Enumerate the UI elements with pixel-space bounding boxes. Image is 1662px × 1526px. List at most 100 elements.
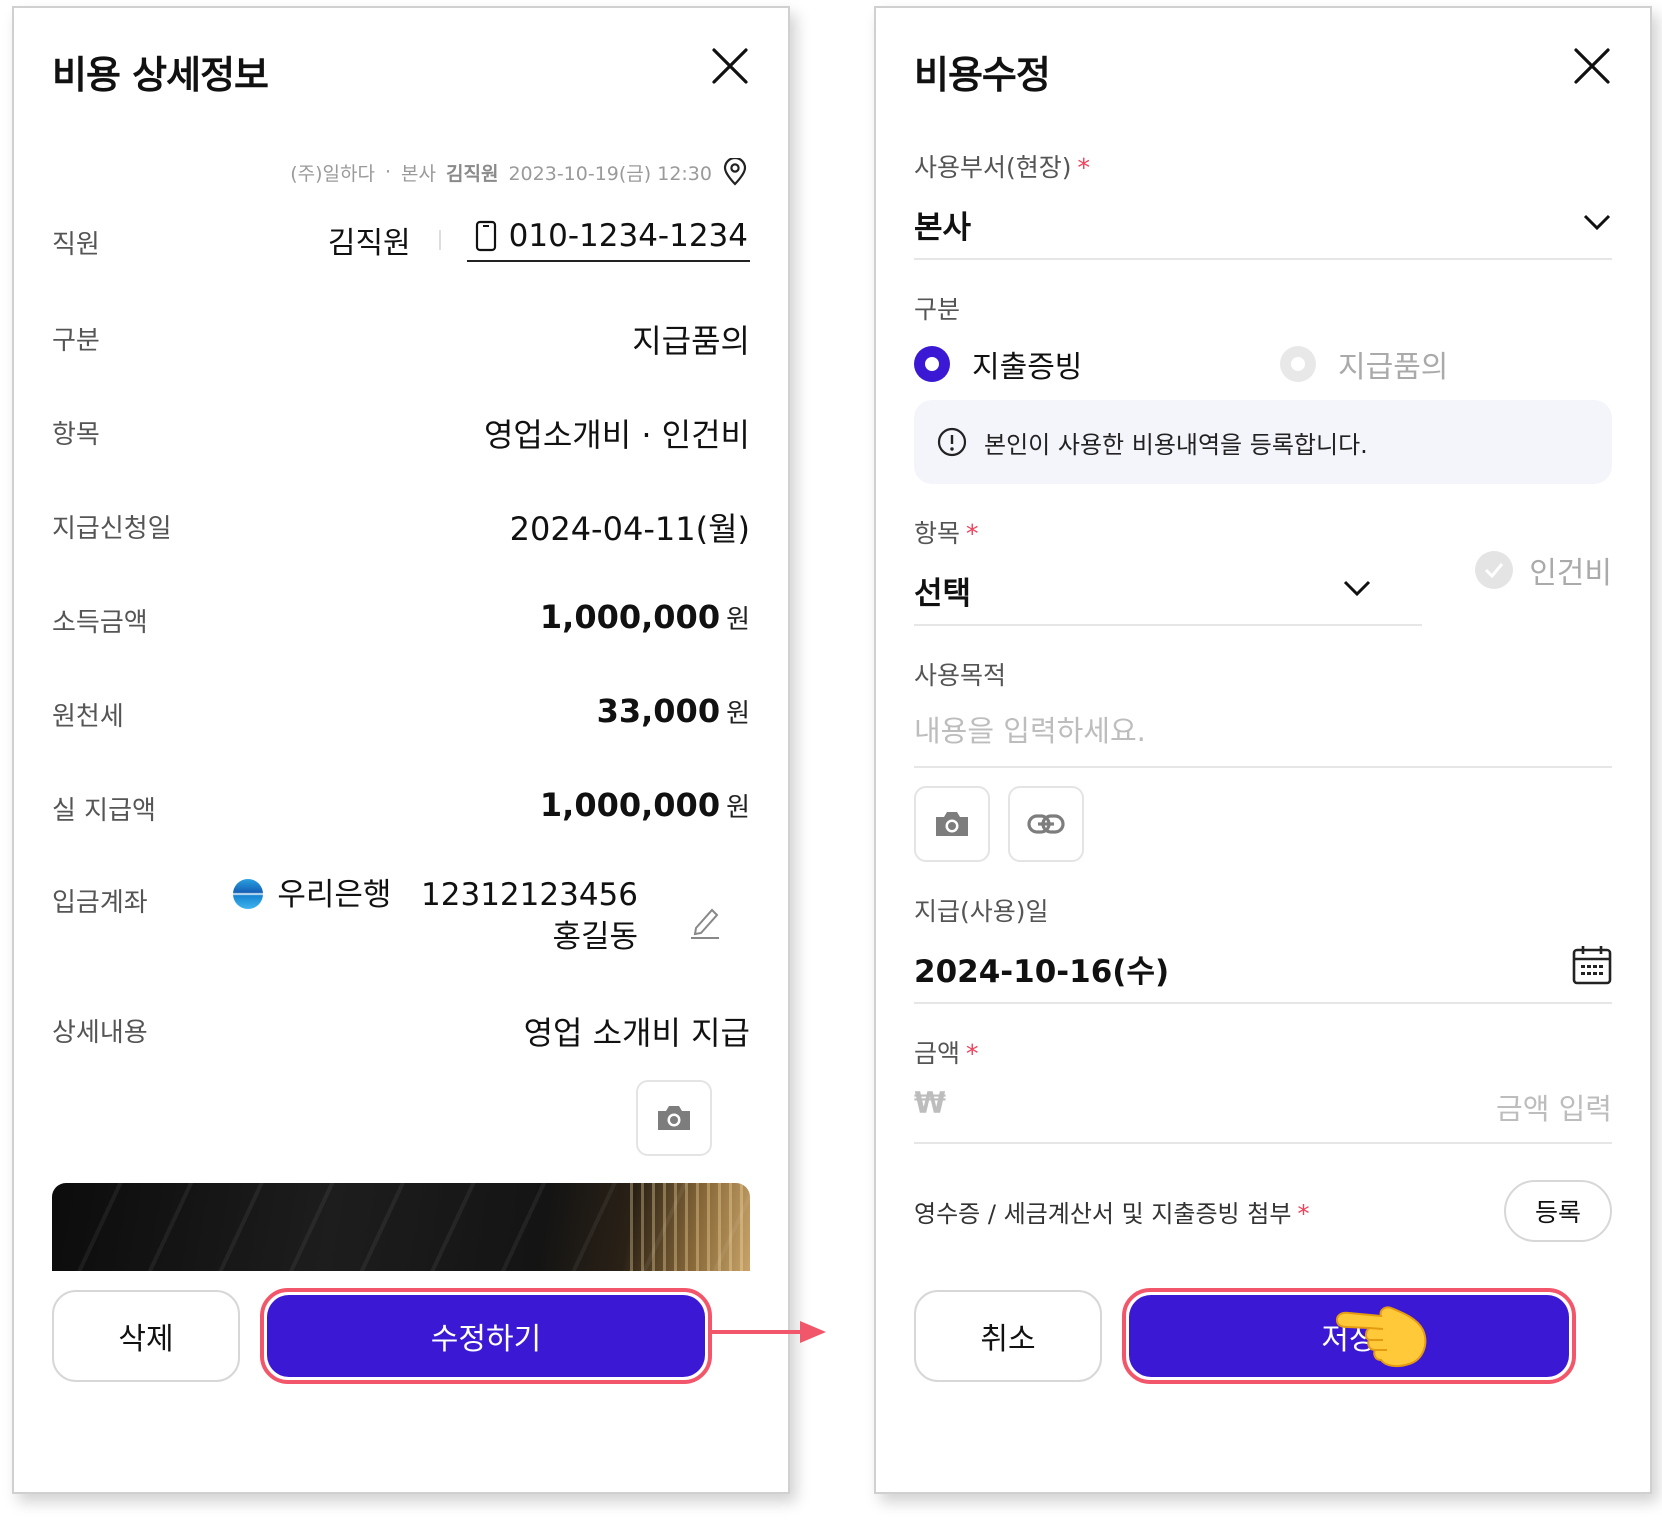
radio-expense-proof-label: 지출증빙 [972, 350, 1083, 385]
tax-unit: 원 [726, 699, 750, 729]
category-label: 구분 [52, 326, 100, 356]
receipt-photo-thumbnail[interactable] [52, 1183, 750, 1271]
panel-title: 비용수정 [914, 53, 1051, 97]
meta-dept: 본사 [401, 162, 437, 185]
net-label: 실 지급액 [52, 796, 156, 826]
camera-icon [936, 812, 968, 836]
category-value: 지급품의 [632, 322, 750, 360]
date-label: 지급(사용)일 [914, 897, 1049, 926]
tax-row: 원천세 33,000 원 [52, 688, 750, 738]
divider [438, 230, 441, 250]
purpose-underline [914, 766, 1612, 768]
date-underline [914, 1002, 1612, 1004]
cancel-button[interactable]: 취소 [914, 1290, 1102, 1382]
check-icon [1475, 551, 1514, 589]
edit-pencil-icon[interactable] [688, 904, 722, 940]
close-icon[interactable] [708, 44, 752, 88]
item-row: 항목 영업소개비 · 인건비 [52, 406, 750, 456]
meta-info: (주)일하다 · 본사 김직원 2023-10-19(금) 12:30 [290, 158, 748, 186]
amount-label: 금액 * [914, 1034, 979, 1070]
income-value: 1,000,000 원 [540, 598, 750, 636]
pointing-hand-icon [1335, 1306, 1427, 1368]
request-date-label: 지급신청일 [52, 514, 172, 544]
purpose-input[interactable]: 내용을 입력하세요. [914, 708, 1146, 750]
employee-label: 직원 [52, 230, 100, 260]
required-mark: * [966, 519, 979, 548]
request-date-row: 지급신청일 2024-04-11(월) [52, 500, 750, 550]
account-value: 우리은행 12312123456 홍길동 [233, 874, 638, 958]
edit-button[interactable]: 수정하기 [267, 1295, 705, 1377]
purpose-label: 사용목적 [914, 661, 1007, 690]
detail-label: 상세내용 [52, 1018, 148, 1048]
link-button[interactable] [1008, 786, 1084, 862]
income-row: 소득금액 1,000,000 원 [52, 594, 750, 644]
calendar-icon[interactable] [1572, 944, 1612, 986]
amount-underline [914, 1142, 1612, 1144]
chevron-down-icon[interactable] [1582, 212, 1612, 232]
info-banner: 본인이 사용한 비용내역을 등록합니다. [914, 400, 1612, 484]
meta-separator: · [385, 161, 392, 183]
meta-company: (주)일하다 [290, 162, 375, 185]
account-row: 입금계좌 우리은행 12312123456 홍길동 [52, 874, 750, 964]
bank-logo-icon [233, 879, 264, 909]
employee-row: 직원 김직원 010-1234-1234 [52, 216, 750, 266]
tax-label: 원천세 [52, 702, 124, 732]
item-select-value[interactable]: 선택 [914, 568, 971, 613]
dept-label: 사용부서(현장) * [914, 148, 1090, 184]
close-icon[interactable] [1570, 44, 1614, 88]
employee-value: 김직원 010-1234-1234 [328, 216, 750, 264]
dept-select-value[interactable]: 본사 [914, 202, 971, 247]
radio-expense-proof[interactable]: 지출증빙 [914, 342, 1082, 386]
type-label: 구분 [914, 295, 961, 324]
net-row: 실 지급액 1,000,000 원 [52, 782, 750, 832]
expense-edit-panel: 비용수정 사용부서(현장) * 본사 구분 지출증빙 지급품의 본인이 사용한 비… [874, 6, 1652, 1494]
edit-button-highlight: 수정하기 [260, 1288, 712, 1384]
radio-unselected-icon [1280, 346, 1316, 382]
info-circle-icon [937, 427, 967, 457]
register-attachment-button[interactable]: 등록 [1504, 1180, 1612, 1242]
phone-link[interactable]: 010-1234-1234 [466, 218, 750, 262]
info-text: 본인이 사용한 비용내역을 등록합니다. [984, 430, 1368, 459]
tax-amount: 33,000 [596, 692, 721, 730]
required-mark: * [1297, 1200, 1310, 1228]
net-value: 1,000,000 원 [540, 786, 750, 824]
item-label-text: 항목 [914, 519, 961, 548]
camera-button[interactable] [636, 1080, 712, 1156]
item-label: 항목 * [914, 514, 979, 550]
meta-user: 김직원 [446, 162, 499, 185]
radio-payment-request[interactable]: 지급품의 [1280, 342, 1448, 386]
link-icon [1027, 814, 1065, 834]
meta-datetime: 2023-10-19(금) 12:30 [508, 162, 712, 185]
date-value[interactable]: 2024-10-16(수) [914, 946, 1169, 991]
camera-button[interactable] [914, 786, 990, 862]
camera-icon [658, 1106, 690, 1130]
item-underline [914, 624, 1422, 626]
dept-label-text: 사용부서(현장) [914, 153, 1072, 182]
item-value: 영업소개비 · 인건비 [483, 416, 750, 454]
amount-label-text: 금액 [914, 1039, 961, 1068]
income-label: 소득금액 [52, 608, 148, 638]
location-pin-icon[interactable] [722, 158, 748, 186]
item-label: 항목 [52, 420, 100, 450]
net-amount: 1,000,000 [539, 786, 721, 824]
income-amount: 1,000,000 [539, 598, 721, 636]
attach-label-text: 영수증 / 세금계산서 및 지출증빙 첨부 [914, 1200, 1292, 1228]
attach-label: 영수증 / 세금계산서 및 지출증빙 첨부 * [914, 1194, 1309, 1229]
labor-cost-label: 인건비 [1529, 556, 1612, 591]
labor-cost-checkbox[interactable]: 인건비 [1475, 548, 1612, 592]
phone-icon [475, 220, 496, 252]
request-date-value: 2024-04-11(월) [509, 510, 750, 548]
delete-button[interactable]: 삭제 [52, 1290, 240, 1382]
expense-detail-panel: 비용 상세정보 (주)일하다 · 본사 김직원 2023-10-19(금) 12… [12, 6, 790, 1494]
panel-title: 비용 상세정보 [52, 53, 269, 97]
tax-value: 33,000 원 [597, 692, 750, 730]
amount-input[interactable]: 금액 입력 [1496, 1086, 1612, 1128]
phone-number: 010-1234-1234 [508, 218, 748, 254]
bank-name: 우리은행 [277, 877, 392, 913]
chevron-down-icon[interactable] [1342, 578, 1372, 598]
radio-payment-request-label: 지급품의 [1338, 350, 1449, 385]
arrow-right-icon [708, 1321, 826, 1343]
income-unit: 원 [726, 605, 750, 635]
account-number: 12312123456 [421, 877, 638, 913]
dept-underline [914, 258, 1612, 260]
